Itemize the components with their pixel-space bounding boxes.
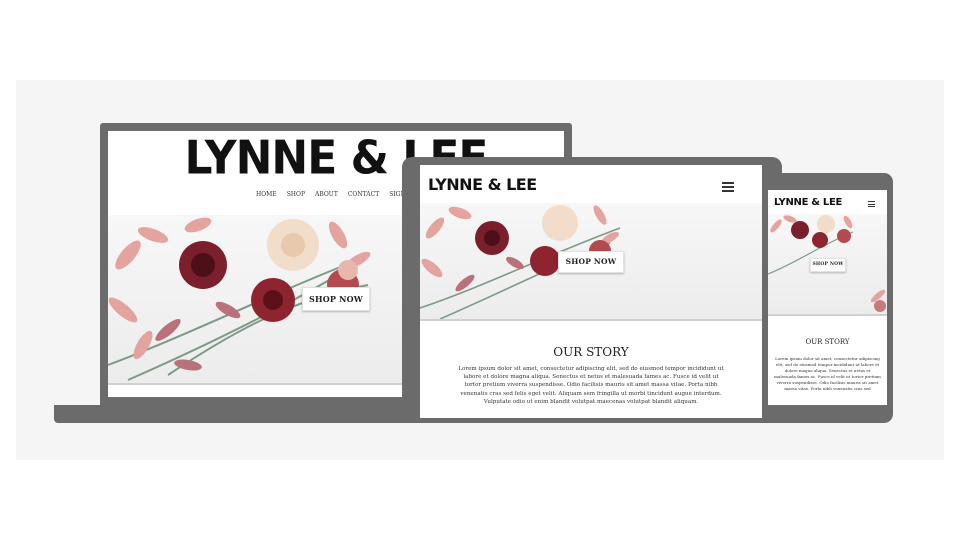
phone-shop-now-button[interactable]: SHOP NOW [810, 258, 846, 272]
phone-story-title: OUR STORY [805, 338, 850, 346]
tablet-divider [420, 319, 762, 321]
phone-menu-icon[interactable] [868, 201, 875, 207]
phone-screen: LYNNE & LEE SHOP NOW OUR STORY Lorem ips… [768, 190, 887, 405]
laptop-shop-now-button[interactable]: SHOP NOW [302, 287, 370, 311]
laptop-nav: HOME SHOP ABOUT CONTACT SIGN IN [256, 191, 415, 198]
tablet-brand-logo[interactable]: LYNNE & LEE [428, 175, 537, 194]
phone-divider [768, 314, 887, 316]
tablet-story-text: Lorem ipsum dolor sit amet, consectetur … [458, 366, 724, 405]
nav-home[interactable]: HOME [256, 191, 277, 198]
tablet-screen: LYNNE & LEE SHOP NOW OUR STORY Lorem ips… [420, 165, 762, 418]
tablet-story-title: OUR STORY [553, 345, 629, 359]
tablet-menu-icon[interactable] [722, 182, 734, 192]
tablet-shop-now-button[interactable]: SHOP NOW [558, 251, 624, 273]
nav-contact[interactable]: CONTACT [348, 191, 379, 198]
phone-story-text: Lorem ipsum dolor sit amet, consectetur … [774, 356, 881, 391]
nav-about[interactable]: ABOUT [315, 191, 338, 198]
phone-brand-logo[interactable]: LYNNE & LEE [774, 197, 842, 208]
nav-shop[interactable]: SHOP [287, 191, 305, 198]
